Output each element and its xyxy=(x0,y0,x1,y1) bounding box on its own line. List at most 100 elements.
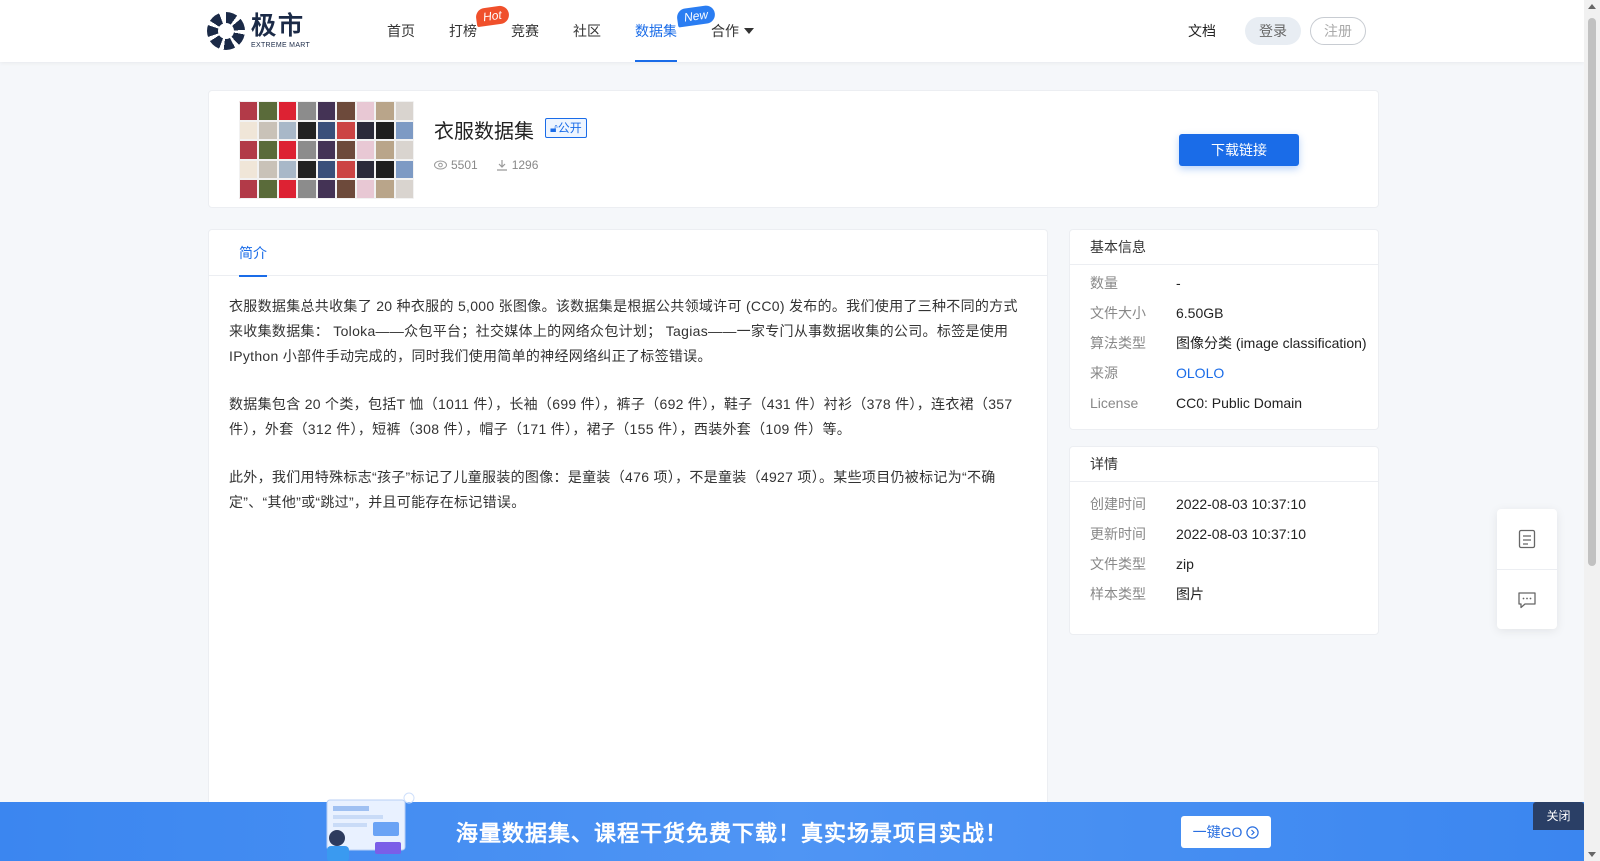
nav-label: 合作 xyxy=(711,23,739,39)
document-icon xyxy=(1518,529,1536,549)
basic-info-panel: 基本信息 数量 - 文件大小 6.50GB 算法类型 图像分类 (image clas… xyxy=(1069,229,1379,430)
info-row-source: 来源 OLOLO xyxy=(1090,363,1225,383)
detail-row-sample-type: 样本类型 图片 xyxy=(1090,586,1204,602)
visibility-tag: 🔓︎公开 xyxy=(545,118,587,138)
thumbnail-tile xyxy=(336,179,356,199)
description-paragraph-1: 衣服数据集总共收集了 20 种衣服的 5,000 张图像。该数据集是根据公共领域… xyxy=(229,298,1018,364)
eye-icon xyxy=(434,160,447,170)
content-tabs: 简介 xyxy=(209,230,1047,277)
thumbnail-tile xyxy=(297,159,317,180)
nav-label: 社区 xyxy=(573,23,601,39)
thumbnail-tile xyxy=(239,101,259,121)
nav-label: 打榜 xyxy=(449,23,477,39)
detail-row-created: 创建时间 2022-08-03 10:37:10 xyxy=(1090,496,1306,512)
thumbnail-tile xyxy=(375,120,395,141)
lock-icon: 🔓︎ xyxy=(550,121,558,135)
promo-text: 海量数据集、课程干货免费下载！真实场景项目实战！ xyxy=(456,821,1009,846)
thumbnail-tile xyxy=(355,120,376,141)
thumbnail-tile xyxy=(394,101,414,121)
thumbnail-tile xyxy=(277,101,298,121)
nav-label: 竞赛 xyxy=(511,23,539,39)
tab-intro[interactable]: 简介 xyxy=(239,230,267,277)
detail-row-file-type: 文件类型 zip xyxy=(1090,556,1194,572)
page-scrollbar[interactable] xyxy=(1584,0,1600,861)
thumbnail-tile xyxy=(258,159,278,180)
scroll-thumb[interactable] xyxy=(1588,18,1596,566)
nav-label: 首页 xyxy=(387,23,415,39)
description-paragraph-3: 此外，我们用特殊标志“孩子”标记了儿童服装的图像：是童装（476 项），不是童装… xyxy=(229,469,996,510)
thumbnail-tile xyxy=(297,140,317,160)
register-button[interactable]: 注册 xyxy=(1310,17,1366,45)
logo-cn-text: 极市 xyxy=(251,11,306,40)
main-content-panel: 简介 衣服数据集总共收集了 20 种衣服的 5,000 张图像。该数据集是根据公… xyxy=(208,229,1048,861)
thumbnail-tile xyxy=(375,140,395,160)
header-actions: 文档 登录 注册 xyxy=(1188,17,1366,45)
thumbnail-tile xyxy=(277,140,298,160)
promo-banner[interactable]: 海量数据集、课程干货免费下载！真实场景项目实战！ 一键GO xyxy=(0,792,1584,861)
download-icon xyxy=(496,160,507,171)
go-button[interactable]: 一键GO xyxy=(1181,816,1271,848)
hot-badge: Hot xyxy=(474,4,510,28)
thumbnail-tile xyxy=(277,159,298,180)
thumbnail-tile xyxy=(239,179,259,199)
scroll-up-icon[interactable] xyxy=(1588,4,1596,9)
thumbnail-tile xyxy=(355,101,376,121)
nav-item-datasets[interactable]: 数据集 New xyxy=(635,0,717,62)
thumbnail-tile xyxy=(277,179,298,199)
arrow-right-circle-icon xyxy=(1246,826,1260,839)
thumbnail-tile xyxy=(239,159,259,180)
docs-link[interactable]: 文档 xyxy=(1188,21,1216,41)
info-row-license: License CC0: Public Domain xyxy=(1090,395,1303,411)
dataset-title: 衣服数据集 xyxy=(434,121,534,143)
thumbnail-tile xyxy=(355,179,376,199)
feedback-button[interactable] xyxy=(1497,569,1557,629)
logo-mark-icon xyxy=(207,12,245,50)
floating-actions xyxy=(1497,509,1557,629)
thumbnail-tile xyxy=(375,179,395,199)
site-logo[interactable]: 极市 EXTREME MART xyxy=(207,12,310,50)
login-button[interactable]: 登录 xyxy=(1245,17,1301,45)
thumbnail-tile xyxy=(336,120,356,141)
thumbnail-tile xyxy=(297,120,317,141)
scroll-down-icon[interactable] xyxy=(1588,852,1596,857)
thumbnail-tile xyxy=(258,101,278,121)
downloads-count: 1296 xyxy=(511,158,539,172)
thumbnail-tile xyxy=(316,140,337,160)
thumbnail-tile xyxy=(336,101,356,121)
close-banner-button[interactable]: 关闭 xyxy=(1533,802,1584,830)
detail-row-updated: 更新时间 2022-08-03 10:37:10 xyxy=(1090,526,1306,542)
views-count: 5501 xyxy=(451,158,478,172)
nav-item-leaderboard[interactable]: 打榜 Hot xyxy=(449,0,510,62)
info-row-count: 数量 - xyxy=(1090,275,1181,291)
download-link-button[interactable]: 下载链接 xyxy=(1179,134,1299,166)
logo-en-text: EXTREME MART xyxy=(251,41,311,49)
source-link[interactable]: OLOLO xyxy=(1176,363,1224,383)
thumbnail-tile xyxy=(394,120,414,141)
thumbnail-tile xyxy=(316,120,337,141)
main-nav: 首页 打榜 Hot 竞赛 社区 数据集 New 合作 xyxy=(387,0,788,62)
thumbnail-tile xyxy=(316,179,337,199)
caret-down-icon xyxy=(744,28,754,34)
thumbnail-tile xyxy=(394,179,414,199)
notes-button[interactable] xyxy=(1497,509,1557,569)
details-panel: 详情 创建时间 2022-08-03 10:37:10 更新时间 2022-08-0… xyxy=(1069,446,1379,635)
thumbnail-tile xyxy=(375,159,395,180)
thumbnail-tile xyxy=(258,140,278,160)
nav-item-competition[interactable]: 竞赛 xyxy=(511,0,539,62)
nav-item-cooperation[interactable]: 合作 xyxy=(711,0,754,62)
thumbnail-tile xyxy=(336,140,356,160)
thumbnail-tile xyxy=(239,120,259,141)
basic-info-title: 基本信息 xyxy=(1070,230,1378,265)
thumbnail-tile xyxy=(258,179,278,199)
promo-illustration-icon xyxy=(326,792,415,861)
dataset-header-card: 衣服数据集 🔓︎公开 5501 1296 下载链接 xyxy=(208,90,1379,208)
thumbnail-tile xyxy=(316,159,337,180)
nav-item-home[interactable]: 首页 xyxy=(387,0,415,62)
thumbnail-tile xyxy=(336,159,356,180)
thumbnail-tile xyxy=(297,179,317,199)
top-header: 极市 EXTREME MART 首页 打榜 Hot 竞赛 社区 数据集 New … xyxy=(0,0,1584,62)
nav-label: 数据集 xyxy=(635,23,677,39)
thumbnail-tile xyxy=(394,140,414,160)
thumbnail-tile xyxy=(316,101,337,121)
nav-item-community[interactable]: 社区 xyxy=(573,0,601,62)
